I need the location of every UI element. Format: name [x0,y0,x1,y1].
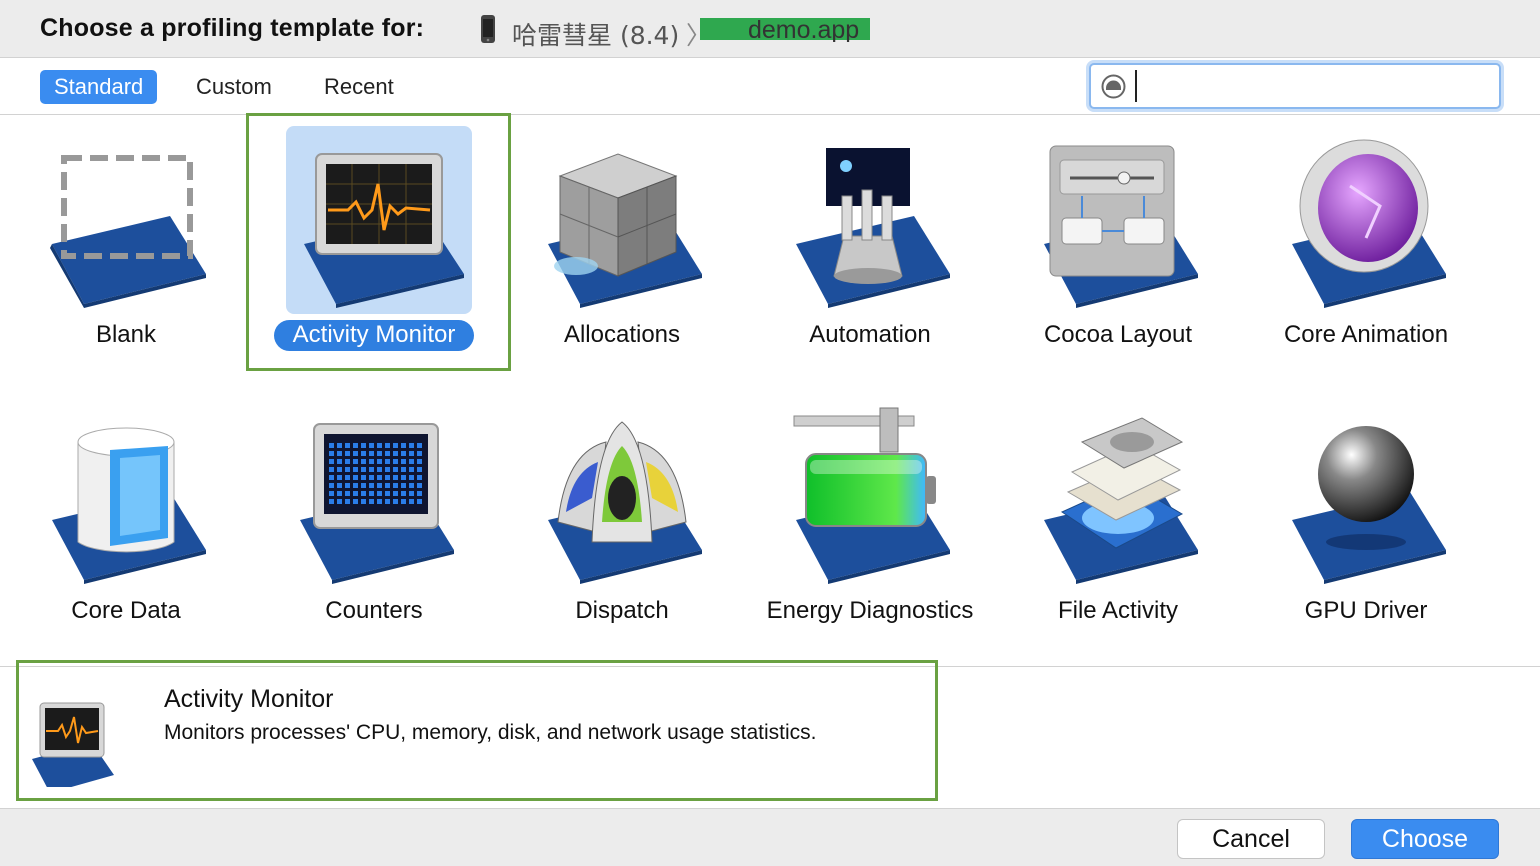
file-activity-icon [1044,417,1198,584]
template-label: Automation [809,321,931,348]
template-grid: Blank Activity Monitor Allocations Autom… [0,113,1540,666]
template-label: Dispatch [575,597,669,624]
counters-icon [300,423,454,584]
core-animation-icon [1292,139,1446,308]
target-app-label: demo.app [748,16,860,42]
device-name[interactable]: 哈雷彗星 (8.4) [512,16,679,52]
allocations-icon [548,153,702,308]
tab-recent[interactable]: Recent [310,70,408,104]
template-label: File Activity [1057,597,1179,624]
iphone-icon [481,15,495,43]
template-label: Core Animation [1283,321,1449,348]
gpu-driver-icon [1292,426,1446,584]
energy-diagnostics-icon [793,407,950,584]
template-label: Counters [325,597,423,624]
template-counters[interactable]: Counters [250,392,498,662]
dialog-header: Choose a profiling template for: 哈雷彗星 (8… [0,0,1540,58]
template-label: Blank [95,321,157,348]
template-toolbar: Standard Custom Recent [0,58,1540,115]
dispatch-icon [548,421,702,584]
target-app-name[interactable]: demo.app [700,16,872,42]
template-description-panel: Activity Monitor Monitors processes' CPU… [0,660,1540,808]
cocoa-layout-icon [1044,145,1198,308]
blank-icon [50,155,206,308]
template-label: GPU Driver [1304,597,1428,624]
dialog-footer: Cancel Choose [0,808,1540,866]
core-data-icon [52,427,206,584]
template-chooser-dialog: Choose a profiling template for: 哈雷彗星 (8… [0,0,1540,866]
automation-icon [796,148,950,308]
template-label: Energy Diagnostics [766,597,974,624]
choose-button[interactable]: Choose [1351,819,1499,859]
cancel-button[interactable]: Cancel [1177,819,1325,859]
template-allocations[interactable]: Allocations [498,116,746,386]
tab-custom[interactable]: Custom [182,70,286,104]
template-blank[interactable]: Blank [2,116,250,386]
template-gpu-driver[interactable]: GPU Driver [1242,392,1490,662]
activity-monitor-icon [304,153,464,308]
search-input[interactable] [1135,70,1491,102]
template-label: Allocations [563,321,681,348]
template-label: Core Data [71,597,181,624]
template-label: Cocoa Layout [1043,321,1193,348]
filter-search-icon[interactable] [1101,74,1126,99]
template-core-animation[interactable]: Core Animation [1242,116,1490,386]
search-field[interactable] [1089,63,1501,109]
tab-standard[interactable]: Standard [40,70,158,104]
template-dispatch[interactable]: Dispatch [498,392,746,662]
template-cocoa-layout[interactable]: Cocoa Layout [994,116,1242,386]
template-activity-monitor[interactable]: Activity Monitor [250,116,498,386]
template-energy-diagnostics[interactable]: Energy Diagnostics [746,392,994,662]
description-title: Activity Monitor [164,685,334,713]
template-automation[interactable]: Automation [746,116,994,386]
template-file-activity[interactable]: File Activity [994,392,1242,662]
dialog-title: Choose a profiling template for: [40,14,425,42]
description-text: Monitors processes' CPU, memory, disk, a… [164,721,817,744]
template-label: Activity Monitor [273,320,475,351]
template-core-data[interactable]: Core Data [2,392,250,662]
activity-monitor-small-icon [32,702,114,787]
